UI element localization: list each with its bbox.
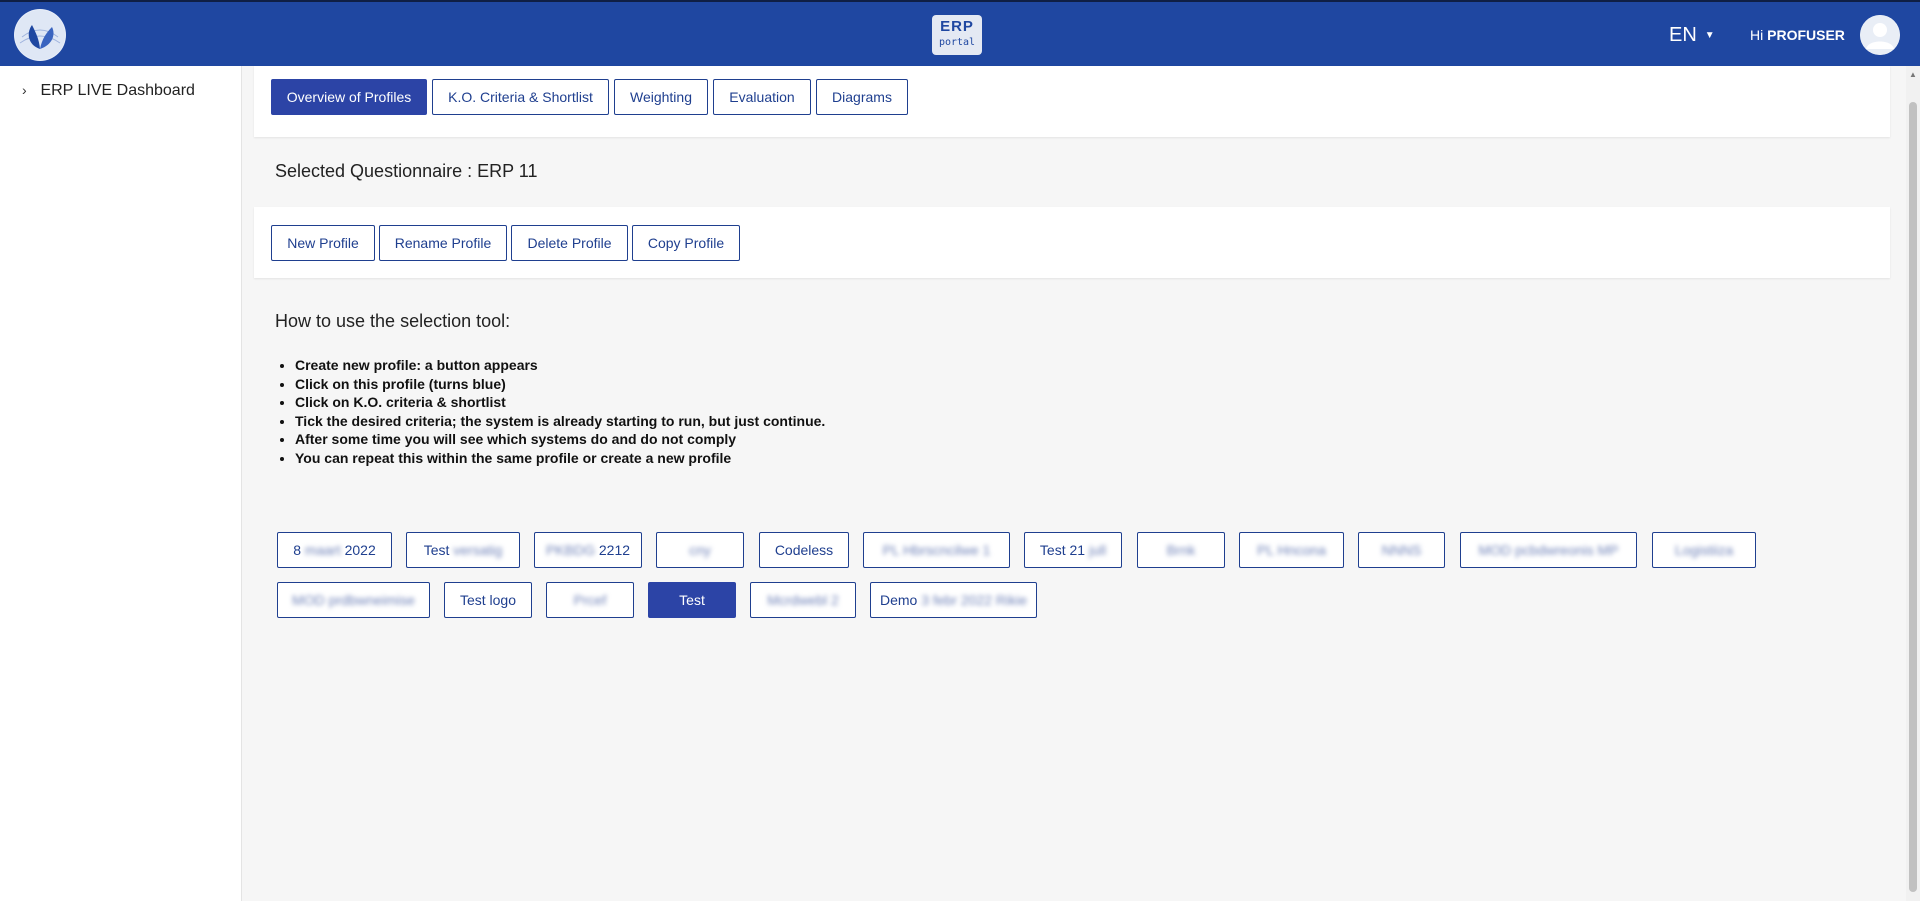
tab-weighting[interactable]: Weighting [614,79,708,115]
profile-button[interactable]: PL Hncona [1239,532,1344,568]
profile-label-redacted: PL Hbrscncilwe 1 [882,542,991,558]
list-item: You can repeat this within the same prof… [295,449,825,468]
profile-label-redacted: jull [1088,542,1107,558]
sidebar-item-label: ERP LIVE Dashboard [40,82,195,99]
profile-label-redacted: maart [304,542,341,558]
rename-profile-button[interactable]: Rename Profile [379,225,507,261]
profile-button[interactable]: Codeless [759,532,849,568]
profile-button[interactable]: Mcrdwebl 2 [750,582,856,618]
language-label: EN [1669,24,1697,46]
profile-label: Test 21 [1039,542,1086,558]
profile-actions-panel: New Profile Rename Profile Delete Profil… [254,207,1890,278]
list-item: Create new profile: a button appears [295,356,825,375]
profile-button[interactable]: Prcef [546,582,634,618]
sidebar-item-erp-live-dashboard[interactable]: › ERP LIVE Dashboard [22,82,195,100]
profile-button[interactable]: MOD pcbdwreonis MP [1460,532,1637,568]
tab-evaluation[interactable]: Evaluation [713,79,811,115]
profile-button[interactable]: Logistiiza [1652,532,1756,568]
greeting-text: Hi [1750,27,1764,43]
top-bar: ERP portal EN ▼ Hi PROFUSER [0,0,1920,66]
profile-button[interactable]: Test versatig [406,532,520,568]
profile-label-suffix: 2022 [344,542,376,558]
profile-label-redacted: Logistiiza [1674,542,1734,558]
profile-label-redacted: cny [689,542,711,558]
caret-down-icon: ▼ [1704,30,1715,41]
profile-label-redacted: MOD pcbdwreonis MP [1478,542,1619,558]
user-greeting: Hi PROFUSER [1750,27,1845,43]
profile-button[interactable]: PL Hbrscncilwe 1 [863,532,1010,568]
logo-top-text: ERP [940,18,974,35]
scroll-up-arrow-icon[interactable]: ▲ [1909,70,1917,79]
profile-label: Test [423,542,450,558]
list-item: Click on K.O. criteria & shortlist [295,393,825,412]
main-content: Overview of Profiles K.O. Criteria & Sho… [242,66,1906,901]
profile-label-redacted: Prcef [573,592,607,608]
profile-button[interactable]: NNNS [1358,532,1445,568]
tab-ko-criteria-shortlist[interactable]: K.O. Criteria & Shortlist [432,79,609,115]
profile-label-redacted: NNNS [1381,542,1422,558]
profile-label-redacted: versatig [453,542,503,558]
profile-button[interactable]: Test 21 jull [1024,532,1122,568]
profile-button[interactable]: PKBDG 2212 [534,532,642,568]
howto-steps: Create new profile: a button appears Cli… [277,356,825,467]
profile-label: Test logo [459,592,517,608]
profile-label-suffix: 2212 [598,542,631,558]
selected-questionnaire-label: Selected Questionnaire : ERP 11 [275,161,538,181]
scrollbar-thumb[interactable] [1909,102,1917,892]
profile-button[interactable]: MOD prdbwneimise [277,582,430,618]
profile-label: Demo [879,592,918,608]
avatar[interactable] [1860,15,1900,55]
profile-label-redacted: PKBDG [545,542,595,558]
list-item: Tick the desired criteria; the system is… [295,412,825,431]
vertical-scrollbar[interactable]: ▲ [1906,66,1920,901]
profile-button[interactable]: 8 maart 2022 [277,532,392,568]
company-logo[interactable] [14,9,66,61]
list-item: Click on this profile (turns blue) [295,375,825,394]
erp-portal-logo[interactable]: ERP portal [932,15,982,55]
logo-bottom-text: portal [938,37,976,48]
profile-label-redacted: 3 febr 2022 Rikie [921,592,1028,608]
profile-label: 8 [293,542,302,558]
list-item: After some time you will see which syste… [295,430,825,449]
sidebar: › ERP LIVE Dashboard [0,66,242,901]
tab-panel: Overview of Profiles K.O. Criteria & Sho… [254,66,1890,137]
profile-button[interactable]: Test logo [444,582,532,618]
profile-label-redacted: MOD prdbwneimise [292,592,415,608]
profile-label-redacted: Mcrdwebl 2 [767,592,839,608]
profile-button[interactable]: Demo 3 febr 2022 Rikie [870,582,1037,618]
username: PROFUSER [1767,27,1845,43]
profile-button-list: 8 maart 2022 Test versatig PKBDG 2212 cn… [277,532,1877,662]
delete-profile-button[interactable]: Delete Profile [511,225,628,261]
chevron-right-icon: › [22,82,27,98]
profile-label: Test [679,592,705,608]
new-profile-button[interactable]: New Profile [271,225,375,261]
profile-label: Codeless [774,542,834,558]
profile-label-redacted: PL Hncona [1257,542,1326,558]
profile-button[interactable]: cny [656,532,744,568]
profile-label-redacted: Brnk [1166,542,1196,558]
profile-button-selected[interactable]: Test [648,582,736,618]
tab-overview-of-profiles[interactable]: Overview of Profiles [271,79,427,115]
howto-title: How to use the selection tool: [275,311,511,331]
language-selector[interactable]: EN ▼ [1669,24,1715,47]
tab-diagrams[interactable]: Diagrams [816,79,908,115]
profile-button[interactable]: Brnk [1137,532,1225,568]
copy-profile-button[interactable]: Copy Profile [632,225,740,261]
